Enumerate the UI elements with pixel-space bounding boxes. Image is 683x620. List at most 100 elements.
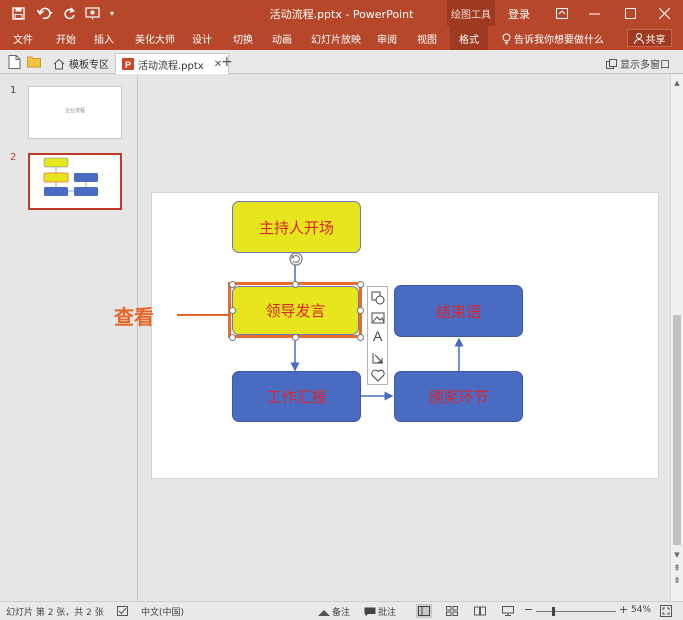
- spell-check-icon[interactable]: [117, 606, 128, 616]
- comments-label: 批注: [378, 608, 397, 618]
- ribbon-tabs: 文件 开始 插入 美化大师 设计 切换 动画 幻灯片放映 审阅 视图 格式 告诉…: [0, 26, 683, 50]
- resize-handle[interactable]: [357, 334, 364, 341]
- format-arrow-icon[interactable]: [371, 351, 385, 365]
- save-icon[interactable]: [9, 4, 27, 22]
- zoom-in-button[interactable]: +: [619, 603, 628, 616]
- resize-handle[interactable]: [292, 281, 299, 288]
- slide-thumbnails-pane: 1 企业流程 2: [0, 75, 138, 601]
- ribbon-display-options-icon[interactable]: [546, 0, 578, 26]
- tab-insert[interactable]: 插入: [94, 31, 114, 46]
- comments-button[interactable]: 批注: [364, 605, 396, 618]
- notes-icon: [318, 610, 330, 616]
- show-multi-window-label: 显示多窗口: [620, 60, 670, 71]
- tab-home[interactable]: 开始: [56, 31, 76, 46]
- reading-view-icon[interactable]: [472, 604, 488, 618]
- resize-handle[interactable]: [229, 334, 236, 341]
- annotation-line: [177, 314, 230, 316]
- slide-sorter-icon[interactable]: [444, 604, 460, 618]
- tell-me-text: 告诉我你想要做什么: [514, 35, 604, 46]
- shapes-icon[interactable]: [371, 291, 385, 305]
- person-icon: [633, 32, 644, 44]
- minimize-icon[interactable]: [578, 0, 610, 26]
- scroll-down-icon[interactable]: ▼: [671, 549, 683, 561]
- thumbnail-title: 企业流程: [64, 108, 85, 114]
- flow-box-host[interactable]: 主持人开场: [232, 201, 361, 253]
- file-tab-label: 活动流程.pptx: [138, 60, 204, 72]
- rotate-handle-icon[interactable]: [288, 251, 304, 267]
- resize-handle[interactable]: [292, 334, 299, 341]
- flow-box-award[interactable]: 颁奖环节: [394, 371, 523, 422]
- title-bar: ▾ 活动流程.pptx - PowerPoint 绘图工具 登录: [0, 0, 683, 26]
- present-from-start-icon[interactable]: [82, 4, 102, 22]
- share-button[interactable]: 共享: [627, 29, 672, 47]
- slide-counter: 幻灯片 第 2 张，共 2 张: [6, 608, 104, 618]
- show-multi-window-button[interactable]: 显示多窗口: [606, 56, 670, 71]
- slide-thumbnail-2[interactable]: [28, 153, 122, 210]
- add-tab-icon[interactable]: +: [221, 54, 233, 70]
- text-style-icon[interactable]: A: [373, 328, 382, 344]
- new-document-icon[interactable]: [8, 55, 22, 69]
- zoom-slider-thumb[interactable]: [552, 607, 555, 616]
- tab-format[interactable]: 格式: [450, 26, 488, 50]
- zoom-level[interactable]: 54%: [631, 605, 651, 615]
- slideshow-view-icon[interactable]: [500, 604, 516, 618]
- tab-meihua-dashi[interactable]: 美化大师: [135, 31, 175, 46]
- flow-box-ending[interactable]: 结束语: [394, 285, 523, 337]
- notes-button[interactable]: 备注: [318, 605, 350, 618]
- customize-toolbar-icon[interactable]: ▾: [106, 4, 118, 22]
- thumbnail-number: 1: [10, 85, 17, 96]
- tab-view[interactable]: 视图: [417, 31, 437, 46]
- share-label: 共享: [645, 34, 666, 46]
- scrollbar-thumb[interactable]: [673, 315, 681, 545]
- tell-me-box[interactable]: 告诉我你想要做什么: [502, 31, 604, 46]
- tab-transitions[interactable]: 切换: [233, 31, 253, 46]
- tab-template-zone[interactable]: 模板专区: [47, 53, 115, 74]
- zoom-slider[interactable]: [536, 611, 616, 612]
- scroll-up-icon[interactable]: ▲: [671, 77, 683, 89]
- resize-handle[interactable]: [357, 307, 364, 314]
- tab-animations[interactable]: 动画: [272, 31, 292, 46]
- comment-icon: [364, 607, 376, 616]
- language-indicator[interactable]: 中文(中国): [141, 605, 184, 618]
- undo-icon[interactable]: [34, 4, 56, 22]
- maximize-icon[interactable]: [614, 0, 646, 26]
- thumbnail-preview: [43, 157, 98, 196]
- picture-icon[interactable]: [371, 311, 385, 325]
- resize-handle[interactable]: [357, 281, 364, 288]
- annotation-label: 查看: [114, 305, 154, 329]
- login-link[interactable]: 登录: [508, 6, 530, 22]
- tab-slideshow[interactable]: 幻灯片放映: [311, 31, 361, 46]
- previous-slide-icon[interactable]: ⇞: [671, 563, 683, 575]
- notes-label: 备注: [332, 608, 351, 618]
- fit-to-window-icon[interactable]: [660, 605, 672, 617]
- status-bar: 幻灯片 第 2 张，共 2 张 中文(中国) 备注 批注 − + 54%: [0, 601, 683, 620]
- home-icon: [53, 58, 65, 69]
- zoom-out-button[interactable]: −: [524, 603, 533, 616]
- quick-style-toolbar: A: [367, 286, 388, 385]
- lightbulb-icon: [502, 33, 511, 44]
- open-folder-icon[interactable]: [27, 55, 41, 69]
- svg-text:P: P: [125, 60, 131, 70]
- document-tab-bar: 模板专区 P 活动流程.pptx ✕ + 显示多窗口: [0, 50, 683, 74]
- tab-review[interactable]: 审阅: [377, 31, 397, 46]
- tab-file-active[interactable]: P 活动流程.pptx ✕: [115, 53, 230, 74]
- tab-file[interactable]: 文件: [13, 31, 33, 46]
- slide-thumbnail-1[interactable]: 企业流程: [28, 86, 122, 139]
- vertical-scrollbar[interactable]: ▲ ▼ ⇞ ⇟: [670, 75, 683, 601]
- heart-shape-icon[interactable]: [371, 369, 385, 382]
- flow-box-leader[interactable]: 领导发言: [232, 286, 359, 335]
- multi-window-icon: [606, 58, 617, 69]
- normal-view-icon[interactable]: [416, 604, 432, 618]
- slide-editor: 主持人开场 领导发言 结束语 工作汇报 颁奖环节 A 查看: [114, 75, 670, 601]
- flow-box-report[interactable]: 工作汇报: [232, 371, 361, 422]
- slide-canvas[interactable]: 主持人开场 领导发言 结束语 工作汇报 颁奖环节 A: [151, 192, 659, 479]
- tab-design[interactable]: 设计: [192, 31, 212, 46]
- resize-handle[interactable]: [229, 307, 236, 314]
- template-tab-label: 模板专区: [69, 60, 109, 71]
- redo-icon[interactable]: [60, 4, 78, 22]
- resize-handle[interactable]: [229, 281, 236, 288]
- thumbnail-number: 2: [10, 152, 17, 163]
- drawing-tools-context-label: 绘图工具: [447, 0, 495, 26]
- next-slide-icon[interactable]: ⇟: [671, 575, 683, 587]
- close-icon[interactable]: [648, 0, 680, 26]
